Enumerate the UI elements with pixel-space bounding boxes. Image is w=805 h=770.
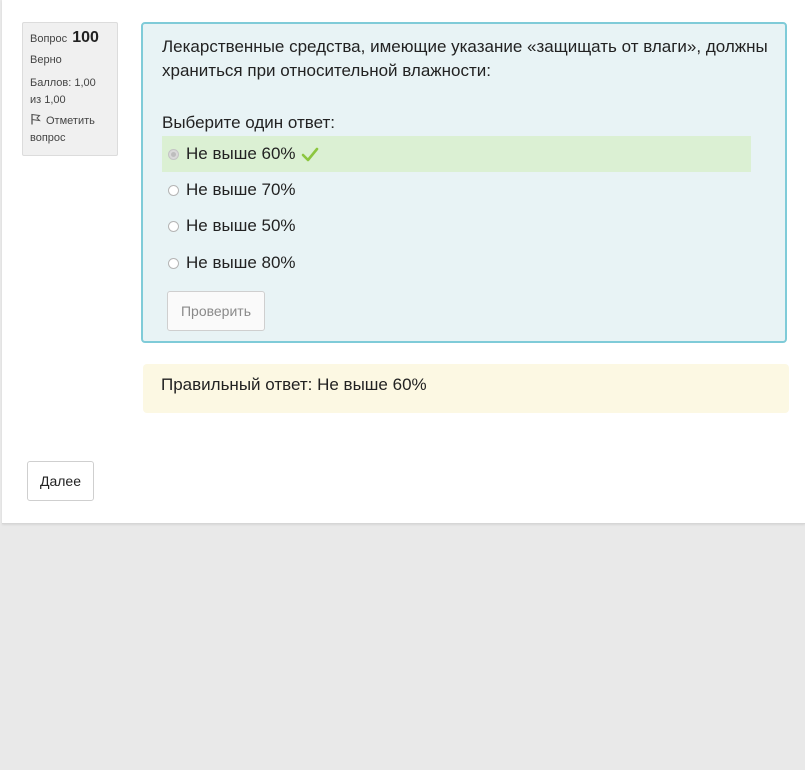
question-number-line: Вопрос 100 (30, 29, 110, 48)
answer-radio-2[interactable] (168, 184, 179, 196)
flag-icon (31, 113, 41, 125)
answer-option-1[interactable]: Не выше 60% (162, 136, 751, 172)
answer-option-3[interactable]: Не выше 50% (162, 208, 751, 244)
question-state: Верно (30, 54, 62, 66)
answer-option-4[interactable]: Не выше 80% (162, 245, 751, 281)
next-button[interactable]: Далее (27, 461, 94, 501)
answer-label-1: Не выше 60% (186, 144, 296, 163)
answer-label-3: Не выше 50% (186, 216, 296, 235)
question-label: Вопрос (30, 33, 68, 45)
check-mark-icon (301, 147, 318, 162)
answer-radio-1[interactable] (168, 148, 179, 160)
answer-label-2: Не выше 70% (186, 180, 296, 199)
flag-question-link[interactable]: Отметить вопрос (30, 113, 110, 147)
quiz-page: Вопрос 100 Верно Баллов: 1,00 из 1,00 От… (2, 0, 805, 524)
question-formulation: Лекарственные средства, имеющие указание… (141, 22, 787, 343)
question-number: 100 (72, 29, 99, 46)
answer-option-2[interactable]: Не выше 70% (162, 172, 751, 208)
answer-prompt: Выберите один ответ: (162, 113, 335, 132)
question-info-panel: Вопрос 100 Верно Баллов: 1,00 из 1,00 От… (22, 22, 118, 156)
answer-radio-4[interactable] (168, 257, 179, 269)
check-button[interactable]: Проверить (167, 291, 265, 331)
correct-answer-feedback: Правильный ответ: Не выше 60% (143, 364, 789, 413)
answer-label-4: Не выше 80% (186, 253, 296, 272)
question-grade: Баллов: 1,00 из 1,00 (30, 77, 96, 106)
answer-radio-3[interactable] (168, 220, 179, 232)
question-text: Лекарственные средства, имеющие указание… (162, 37, 768, 80)
